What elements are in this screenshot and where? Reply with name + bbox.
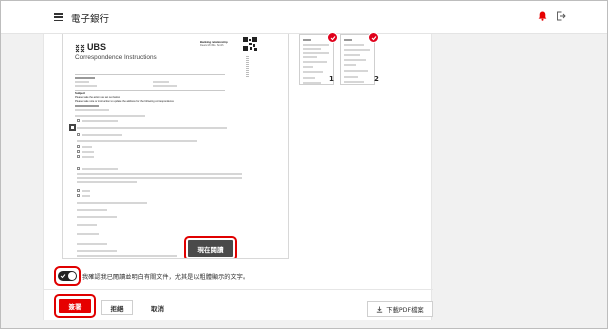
app-window: 電子銀行 UBS Correspondence Instructions Ban…: [0, 0, 608, 329]
check-icon: [60, 274, 66, 279]
doc-text-line: [77, 127, 227, 129]
doc-side-note-2: Dears Mr./Ms. Smith: [200, 44, 224, 47]
doc-text-line: [75, 85, 97, 87]
doc-text-line: [82, 120, 118, 122]
doc-text-line: [82, 168, 118, 170]
doc-text-line: [82, 134, 122, 136]
doc-subject-label: Subject: [75, 91, 86, 95]
doc-checkbox: [77, 167, 80, 170]
toggle-knob: [68, 272, 76, 280]
doc-text-line: [75, 81, 89, 83]
doc-text-line: [77, 177, 242, 179]
reject-button[interactable]: 拒絕: [101, 300, 133, 315]
vertical-margin-text: [246, 56, 249, 78]
read-now-button[interactable]: 現在閱讀: [188, 240, 233, 257]
cancel-button[interactable]: 取消: [151, 303, 164, 313]
thumbnail-1-number: 1: [329, 75, 334, 83]
consent-toggle-highlight: [54, 266, 81, 286]
doc-divider: [75, 74, 225, 75]
thumb-line: [344, 54, 360, 56]
doc-checkbox: [77, 145, 80, 148]
thumbnail-2-number: 2: [374, 75, 379, 83]
doc-divider: [75, 90, 225, 91]
doc-text-line: [77, 233, 99, 235]
thumb-line: [303, 52, 329, 54]
download-pdf-label: 下載PDF檔案: [386, 306, 424, 314]
doc-subject-line: Please take the action as set out below: [75, 96, 120, 99]
doc-text-line: [75, 105, 99, 107]
consent-toggle[interactable]: [58, 271, 77, 281]
thumbnail-1-selected-check: [327, 32, 338, 43]
ubs-logo-icon: [75, 44, 85, 53]
doc-checkbox: [77, 133, 80, 136]
thumb-line: [344, 70, 368, 72]
check-icon: [371, 35, 376, 40]
doc-text-line: [77, 202, 147, 204]
thumb-line: [303, 56, 317, 58]
doc-checkbox: [77, 155, 80, 158]
thumb-line: [344, 76, 358, 78]
doc-checkbox: [77, 150, 80, 153]
doc-text-line: [77, 243, 107, 245]
doc-checkbox: [77, 189, 80, 192]
doc-text-line: [77, 181, 137, 183]
document-preview[interactable]: UBS Correspondence Instructions Banking …: [62, 34, 289, 259]
thumb-line: [303, 39, 311, 41]
top-bar: 電子銀行: [1, 1, 607, 34]
thumb-line: [303, 48, 321, 50]
download-icon: [377, 306, 383, 313]
thumbnail-2-selected-check: [368, 32, 379, 43]
thumb-line: [344, 81, 364, 83]
thumb-line: [344, 49, 370, 51]
doc-text-line: [77, 209, 107, 211]
document-card: UBS Correspondence Instructions Banking …: [43, 32, 433, 320]
thumb-line: [344, 44, 364, 46]
doc-text-line: [77, 250, 117, 252]
doc-text-line: [77, 173, 242, 175]
bell-icon[interactable]: [538, 11, 547, 21]
doc-text-line: [82, 156, 94, 158]
agree-button-highlight: 簽署: [54, 294, 96, 318]
check-icon: [330, 35, 335, 40]
qr-code-icon: [243, 37, 257, 51]
download-pdf-button[interactable]: 下載PDF檔案: [367, 301, 433, 317]
doc-text-line: [77, 224, 97, 226]
qr-code-icon: [69, 124, 76, 131]
thumb-line: [303, 82, 321, 84]
app-title: 電子銀行: [71, 14, 110, 25]
thumb-line: [303, 77, 315, 79]
thumb-line: [344, 39, 352, 41]
logout-icon[interactable]: [556, 11, 566, 21]
doc-logo-text: UBS: [87, 42, 107, 52]
doc-text-line: [82, 195, 90, 197]
doc-text-line: [75, 77, 95, 79]
doc-section-line: Please take note or instruction to updat…: [75, 100, 174, 103]
doc-checkbox: [77, 194, 80, 197]
thumb-line: [303, 66, 313, 68]
hamburger-menu-icon[interactable]: [54, 13, 63, 22]
read-now-highlight: 現在閱讀: [184, 236, 237, 258]
doc-checkbox: [77, 119, 80, 122]
thumb-line: [344, 59, 366, 61]
doc-text-line: [82, 190, 90, 192]
doc-text-line: [153, 81, 169, 83]
doc-text-line: [77, 255, 177, 257]
doc-text-line: [77, 140, 197, 142]
agree-button[interactable]: 簽署: [59, 299, 91, 313]
thumb-line: [344, 64, 356, 66]
doc-title: Correspondence Instructions: [75, 54, 157, 61]
doc-text-line: [77, 216, 117, 218]
doc-text-line: [153, 85, 177, 87]
doc-text-line: [82, 146, 92, 148]
doc-text-line: [75, 115, 145, 117]
consent-text: 我確認我已閱讀並明白有關文件，尤其是以粗體顯示的文字。: [82, 274, 250, 281]
thumb-line: [303, 61, 327, 63]
action-bar: 簽署 拒絕 取消 下載PDF檔案: [44, 289, 433, 320]
doc-text-line: [75, 109, 109, 111]
thumb-line: [303, 44, 329, 46]
doc-text-line: [82, 151, 94, 153]
thumb-line: [303, 71, 323, 73]
